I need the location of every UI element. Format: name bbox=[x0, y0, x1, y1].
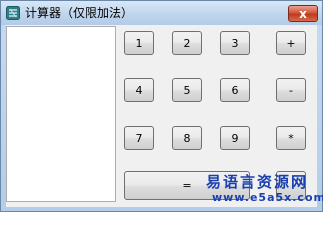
close-button[interactable]: x bbox=[288, 5, 318, 22]
multiply-button[interactable]: * bbox=[276, 126, 306, 150]
digit-7-button[interactable]: 7 bbox=[124, 126, 154, 150]
digit-4-button[interactable]: 4 bbox=[124, 78, 154, 102]
calculator-app-icon bbox=[6, 6, 20, 20]
digit-8-button[interactable]: 8 bbox=[172, 126, 202, 150]
window-title: 计算器（仅限加法） bbox=[25, 6, 134, 20]
equals-button[interactable]: = bbox=[124, 171, 250, 200]
digit-6-button[interactable]: 6 bbox=[220, 78, 250, 102]
client-area: 1 2 3 + 4 5 6 - 7 8 9 * = bbox=[6, 25, 317, 207]
close-icon: x bbox=[299, 6, 307, 21]
blank-button[interactable] bbox=[276, 171, 306, 200]
digit-1-button[interactable]: 1 bbox=[124, 31, 154, 55]
digit-3-button[interactable]: 3 bbox=[220, 31, 250, 55]
minus-button[interactable]: - bbox=[276, 78, 306, 102]
result-list-box[interactable] bbox=[6, 26, 116, 202]
calculator-window: 计算器（仅限加法） x 1 2 3 + 4 5 6 - 7 8 9 * = 易语… bbox=[0, 0, 323, 212]
digit-2-button[interactable]: 2 bbox=[172, 31, 202, 55]
title-bar[interactable]: 计算器（仅限加法） x bbox=[1, 1, 322, 25]
digit-9-button[interactable]: 9 bbox=[220, 126, 250, 150]
plus-button[interactable]: + bbox=[276, 31, 306, 55]
digit-5-button[interactable]: 5 bbox=[172, 78, 202, 102]
